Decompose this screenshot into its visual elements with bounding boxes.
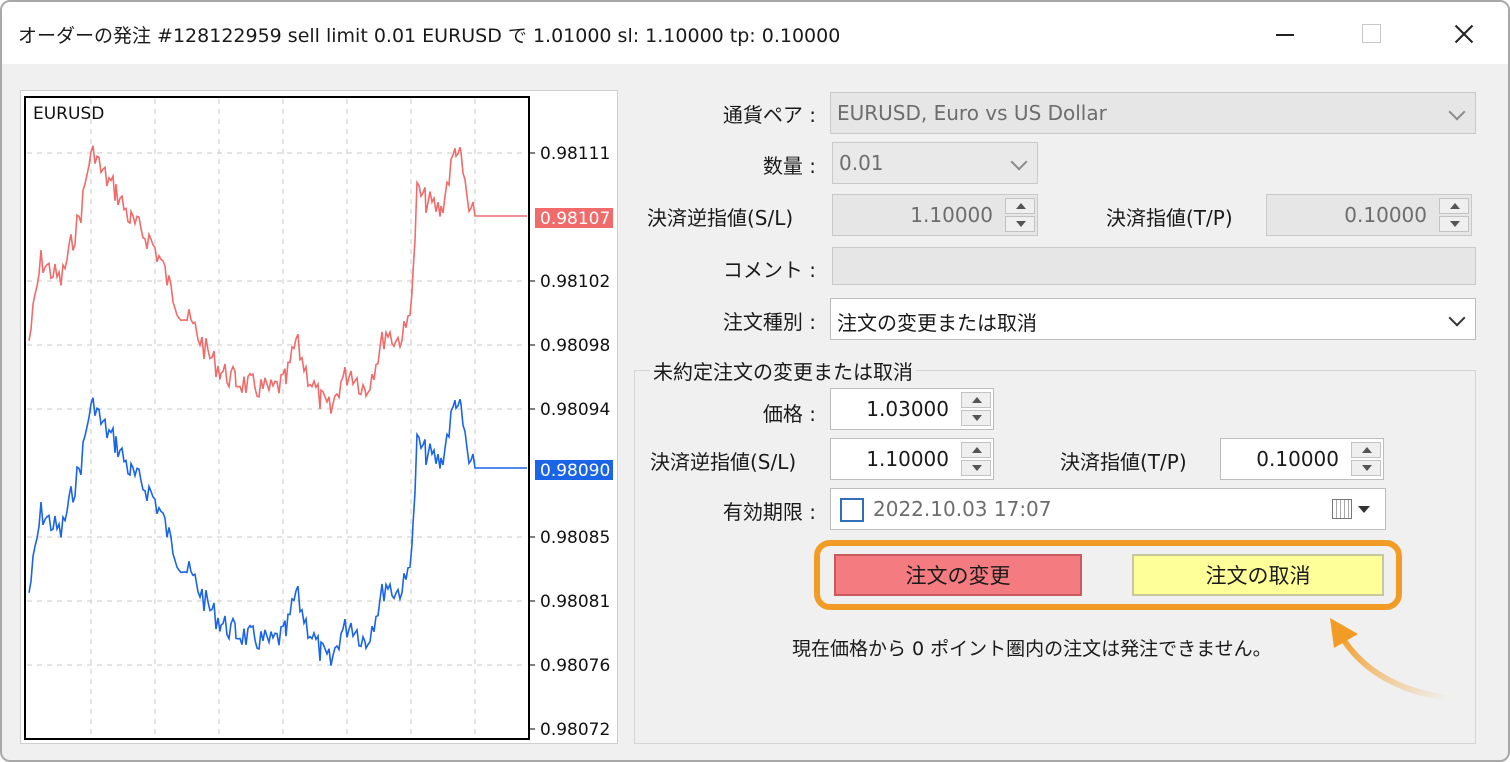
comment-field[interactable]: [832, 247, 1476, 285]
chevron-down-icon: [1448, 103, 1466, 121]
sl-stepper[interactable]: [1005, 198, 1035, 232]
chevron-down-icon: [1010, 153, 1028, 171]
order-type-label: 注文種別 :: [722, 310, 816, 334]
tick-chart: EURUSD 0.98111 0.98102 0.98098 0.98094 0.980…: [20, 90, 618, 744]
chart-symbol-label: EURUSD: [33, 104, 104, 124]
order-type-value: 注文の変更または取消: [837, 311, 1037, 335]
expiry-label: 有効期限 :: [722, 500, 816, 524]
price-tick-label: 0.98076: [540, 656, 610, 676]
stepper-down-icon[interactable]: [961, 410, 991, 426]
symbol-select[interactable]: EURUSD, Euro vs US Dollar: [830, 92, 1476, 134]
maximize-icon: [1362, 24, 1381, 43]
price-label: 価格 :: [762, 402, 816, 426]
minimize-button[interactable]: [1264, 14, 1308, 54]
symbol-label: 通貨ペア :: [722, 103, 816, 127]
pending-sl-input[interactable]: 1.10000: [830, 438, 994, 480]
price-value: 1.03000: [866, 397, 949, 421]
expiry-value: 2022.10.03 17:07: [873, 497, 1052, 521]
pending-tp-label: 決済指値(T/P): [1060, 450, 1187, 474]
pending-sl-value: 1.10000: [866, 447, 949, 471]
sl-label: 決済逆指値(S/L): [647, 206, 794, 230]
price-tick-label: 0.98098: [540, 336, 610, 356]
close-button[interactable]: [1440, 14, 1484, 54]
sl-input[interactable]: 1.10000: [832, 194, 1038, 236]
svg-text:0.98090: 0.98090: [540, 461, 610, 481]
stepper-up-icon[interactable]: [961, 442, 991, 458]
pending-tp-stepper[interactable]: [1351, 442, 1381, 476]
pending-tp-input[interactable]: 0.10000: [1220, 438, 1384, 480]
order-type-select[interactable]: 注文の変更または取消: [830, 298, 1476, 340]
expiry-checkbox[interactable]: [840, 498, 864, 522]
tp-input[interactable]: 0.10000: [1266, 194, 1472, 236]
calendar-icon[interactable]: [1332, 499, 1352, 519]
svg-text:0.98107: 0.98107: [540, 209, 610, 229]
stepper-up-icon[interactable]: [1439, 198, 1469, 214]
price-tick-label: 0.98072: [540, 720, 610, 740]
tp-stepper[interactable]: [1439, 198, 1469, 232]
volume-label: 数量 :: [762, 154, 816, 178]
tp-label: 決済指値(T/P): [1106, 206, 1233, 230]
stepper-down-icon[interactable]: [1439, 216, 1469, 232]
tp-value: 0.10000: [1344, 203, 1427, 227]
pending-sl-label: 決済逆指値(S/L): [650, 450, 797, 474]
cancel-order-button[interactable]: 注文の取消: [1132, 554, 1384, 596]
price-tick-label: 0.98094: [540, 400, 610, 420]
stepper-up-icon[interactable]: [1005, 198, 1035, 214]
ask-price-tag: 0.98107: [535, 208, 613, 229]
symbol-value: EURUSD, Euro vs US Dollar: [837, 101, 1107, 125]
chevron-down-icon: [1448, 309, 1466, 327]
modify-order-button[interactable]: 注文の変更: [834, 554, 1082, 596]
stepper-up-icon[interactable]: [961, 392, 991, 408]
maximize-button[interactable]: [1350, 14, 1394, 54]
price-tick-label: 0.98111: [540, 144, 610, 164]
stepper-down-icon[interactable]: [961, 460, 991, 476]
stepper-up-icon[interactable]: [1351, 442, 1381, 458]
tick-chart-canvas: EURUSD 0.98111 0.98102 0.98098 0.98094 0.980…: [24, 96, 613, 740]
comment-label: コメント :: [722, 258, 816, 282]
price-tick-label: 0.98081: [540, 592, 610, 612]
price-stepper[interactable]: [961, 392, 991, 426]
bid-price-tag: 0.98090: [535, 460, 613, 481]
sl-value: 1.10000: [910, 203, 993, 227]
dropdown-arrow-icon[interactable]: [1358, 506, 1370, 513]
pending-group-title: 未約定注文の変更または取消: [650, 356, 916, 385]
stepper-down-icon[interactable]: [1351, 460, 1381, 476]
price-tick-label: 0.98102: [540, 272, 610, 292]
order-dialog-window: オーダーの発注 #128122959 sell limit 0.01 EURUS…: [0, 0, 1510, 762]
minimize-icon: [1276, 34, 1294, 36]
callout-arrow-icon: [1330, 618, 1451, 701]
price-tick-label: 0.98085: [540, 528, 610, 548]
volume-select[interactable]: 0.01: [832, 142, 1038, 184]
stepper-down-icon[interactable]: [1005, 216, 1035, 232]
title-bar: オーダーの発注 #128122959 sell limit 0.01 EURUS…: [2, 2, 1508, 64]
price-input[interactable]: 1.03000: [830, 388, 994, 430]
expiry-datetime-picker[interactable]: 2022.10.03 17:07: [830, 488, 1386, 530]
status-message: 現在価格から 0 ポイント圏内の注文は発注できません。: [792, 638, 1272, 660]
volume-value: 0.01: [839, 151, 884, 175]
pending-sl-stepper[interactable]: [961, 442, 991, 476]
window-title: オーダーの発注 #128122959 sell limit 0.01 EURUS…: [18, 25, 841, 47]
pending-tp-value: 0.10000: [1256, 447, 1339, 471]
price-scale: 0.98111 0.98102 0.98098 0.98094 0.98085 0.980…: [529, 144, 610, 740]
